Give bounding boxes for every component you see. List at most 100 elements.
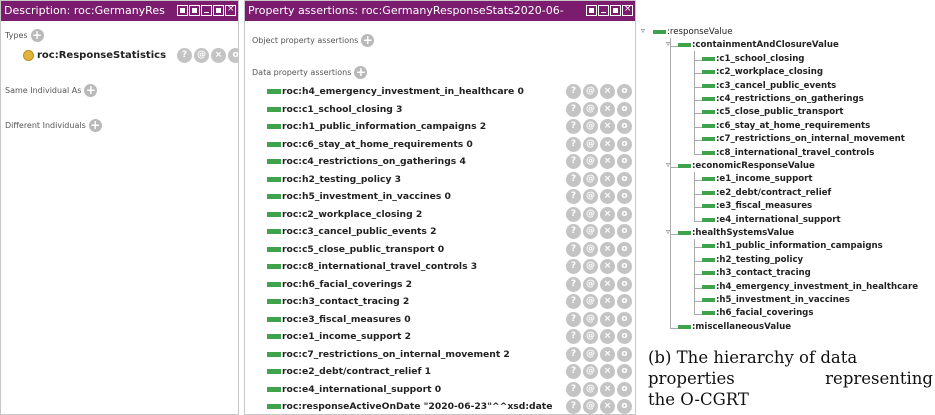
data-assertion-row[interactable]: roc:e4_international_support 0? @ × o — [267, 381, 635, 399]
help-icon[interactable]: ? — [566, 346, 581, 362]
delete-icon[interactable]: × — [600, 171, 615, 187]
delete-icon[interactable]: × — [600, 346, 615, 362]
data-assertion-row[interactable]: roc:h4_emergency_investment_in_healthcar… — [267, 83, 635, 101]
help-icon[interactable]: ? — [566, 364, 581, 379]
delete-icon[interactable]: × — [600, 241, 615, 257]
data-assertion-row[interactable]: roc:c4_restrictions_on_gatherings 4? @ × o — [267, 153, 635, 171]
tree-node-leaf[interactable]: :e2_debt/contract_relief — [702, 188, 831, 198]
delete-icon[interactable]: × — [600, 311, 615, 327]
data-assertion-row[interactable]: roc:h5_investment_in_vaccines 0? @ × o — [267, 188, 635, 206]
edit-icon[interactable]: o — [617, 381, 632, 397]
delete-icon[interactable]: × — [600, 119, 615, 134]
add-same-individual-icon[interactable]: + — [84, 84, 98, 97]
delete-icon[interactable]: × — [600, 259, 615, 274]
edit-icon[interactable]: o — [617, 294, 632, 309]
help-icon[interactable]: ? — [177, 48, 193, 63]
tree-node-group[interactable]: :containmentAndClosureValue — [678, 40, 839, 50]
edit-icon[interactable]: o — [228, 48, 238, 63]
annotate-icon[interactable]: @ — [583, 346, 598, 362]
edit-icon[interactable]: o — [617, 364, 632, 379]
edit-icon[interactable]: o — [617, 206, 632, 222]
data-assertion-row[interactable]: roc:e2_debt/contract_relief 1? @ × o — [267, 363, 635, 381]
tree-node-leaf[interactable]: :h6_facial_coverings — [702, 308, 813, 318]
add-object-assertion-icon[interactable]: + — [361, 34, 375, 47]
delete-icon[interactable]: × — [600, 294, 615, 309]
float-window-icon[interactable] — [189, 5, 200, 16]
help-icon[interactable]: ? — [566, 276, 581, 292]
edit-icon[interactable]: o — [617, 259, 632, 274]
tree-node-leaf[interactable]: :c7_restrictions_on_internal_movement — [702, 134, 905, 144]
delete-icon[interactable]: × — [600, 154, 615, 169]
help-icon[interactable]: ? — [566, 119, 581, 134]
edit-icon[interactable]: o — [617, 84, 632, 99]
help-icon[interactable]: ? — [566, 206, 581, 222]
tree-node-leaf[interactable]: :c2_workplace_closing — [702, 67, 823, 77]
annotate-icon[interactable]: @ — [583, 311, 598, 327]
maximize-window-icon[interactable] — [213, 5, 224, 16]
edit-icon[interactable]: o — [617, 224, 632, 239]
help-icon[interactable]: ? — [566, 399, 581, 414]
tree-node-root[interactable]: :responseValue — [653, 27, 733, 37]
delete-icon[interactable]: × — [600, 189, 615, 204]
tree-node-leaf[interactable]: :h1_public_information_campaigns — [702, 241, 883, 251]
minimize-window-icon[interactable] — [201, 5, 212, 16]
close-window-icon[interactable] — [622, 5, 633, 16]
tree-node-leaf[interactable]: :c6_stay_at_home_requirements — [702, 121, 870, 131]
help-icon[interactable]: ? — [566, 171, 581, 187]
annotate-icon[interactable]: @ — [583, 259, 598, 274]
float-window-icon[interactable] — [586, 5, 597, 16]
add-type-icon[interactable]: + — [30, 29, 44, 42]
tree-node-leaf[interactable]: :e4_international_support — [702, 215, 841, 225]
help-icon[interactable]: ? — [566, 101, 581, 117]
delete-icon[interactable]: × — [600, 399, 615, 414]
edit-icon[interactable]: o — [617, 119, 632, 134]
edit-icon[interactable]: o — [617, 154, 632, 169]
annotate-icon[interactable]: @ — [583, 241, 598, 257]
add-data-assertion-icon[interactable]: + — [354, 66, 368, 79]
annotate-icon[interactable]: @ — [583, 206, 598, 222]
help-icon[interactable]: ? — [566, 189, 581, 204]
help-icon[interactable]: ? — [566, 294, 581, 309]
tree-node-leaf[interactable]: :h3_contact_tracing — [702, 268, 811, 278]
tree-node-leaf[interactable]: :c5_close_public_transport — [702, 107, 843, 117]
delete-icon[interactable]: × — [600, 329, 615, 344]
delete-icon[interactable]: × — [600, 84, 615, 99]
delete-icon[interactable]: × — [211, 48, 227, 63]
annotate-icon[interactable]: @ — [583, 189, 598, 204]
tree-node-group[interactable]: :healthSystemsValue — [678, 228, 794, 238]
data-assertion-row[interactable]: roc:responseActiveOnDate "2020-06-23"^^x… — [267, 398, 635, 414]
delete-icon[interactable]: × — [600, 206, 615, 222]
annotate-icon[interactable]: @ — [583, 329, 598, 344]
close-window-icon[interactable] — [225, 5, 236, 16]
data-assertion-row[interactable]: roc:h3_contact_tracing 2? @ × o — [267, 293, 635, 311]
tree-node-leaf[interactable]: :c3_cancel_public_events — [702, 81, 836, 91]
help-icon[interactable]: ? — [566, 84, 581, 99]
annotate-icon[interactable]: @ — [583, 276, 598, 292]
help-icon[interactable]: ? — [566, 259, 581, 274]
help-icon[interactable]: ? — [566, 381, 581, 397]
annotate-icon[interactable]: @ — [194, 48, 210, 63]
tree-node-leaf[interactable]: :e1_income_support — [702, 174, 812, 184]
data-assertion-row[interactable]: roc:h2_testing_policy 3? @ × o — [267, 171, 635, 189]
tree-node-leaf[interactable]: :h5_investment_in_vaccines — [702, 295, 850, 305]
annotate-icon[interactable]: @ — [583, 224, 598, 239]
edit-icon[interactable]: o — [617, 171, 632, 187]
tree-node-group[interactable]: :economicResponseValue — [678, 161, 815, 171]
edit-icon[interactable]: o — [617, 399, 632, 414]
help-icon[interactable]: ? — [566, 311, 581, 327]
data-assertion-row[interactable]: roc:c6_stay_at_home_requirements 0? @ × o — [267, 136, 635, 154]
help-icon[interactable]: ? — [566, 241, 581, 257]
data-assertion-row[interactable]: roc:c8_international_travel_controls 3? @… — [267, 258, 635, 276]
annotate-icon[interactable]: @ — [583, 294, 598, 309]
delete-icon[interactable]: × — [600, 276, 615, 292]
annotate-icon[interactable]: @ — [583, 154, 598, 169]
tree-node-leaf[interactable]: :h4_emergency_investment_in_healthcare — [702, 282, 918, 292]
tree-node-leaf[interactable]: :e3_fiscal_measures — [702, 201, 812, 211]
annotate-icon[interactable]: @ — [583, 364, 598, 379]
help-icon[interactable]: ? — [566, 154, 581, 169]
data-assertion-row[interactable]: roc:e1_income_support 2? @ × o — [267, 328, 635, 346]
edit-icon[interactable]: o — [617, 329, 632, 344]
annotate-icon[interactable]: @ — [583, 136, 598, 152]
data-assertion-row[interactable]: roc:c3_cancel_public_events 2? @ × o — [267, 223, 635, 241]
delete-icon[interactable]: × — [600, 381, 615, 397]
